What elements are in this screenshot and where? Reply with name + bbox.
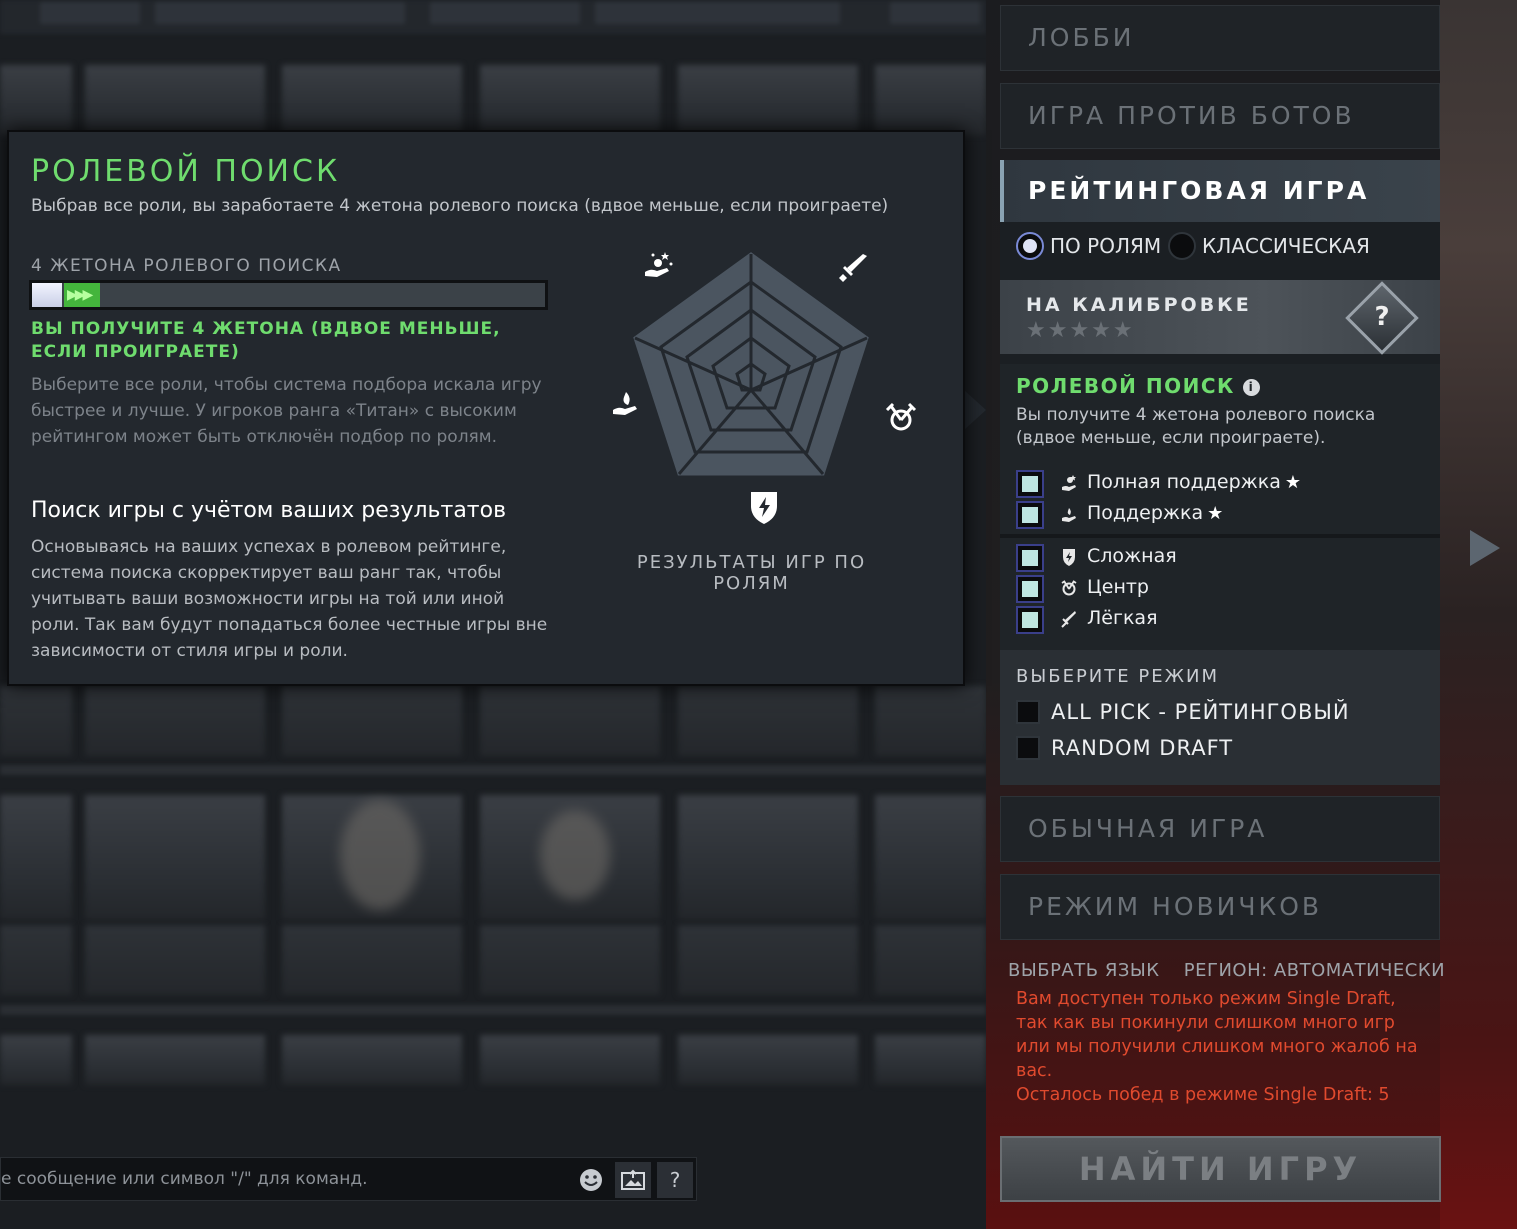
calibration-title: НА КАЛИБРОВКЕ xyxy=(1026,294,1252,316)
wins-left-text: Осталось побед в режиме Single Draft: 5 xyxy=(1016,1085,1390,1105)
ranked-title: РЕЙТИНГОВАЯ ИГРА xyxy=(1028,176,1370,205)
normal-game-button[interactable]: ОБЫЧНАЯ ИГРА xyxy=(1000,796,1440,862)
tooltip-pointer xyxy=(964,390,986,430)
footer-links: ВЫБРАТЬ ЯЗЫК РЕГИОН: АВТОМАТИЧЕСКИ xyxy=(1008,960,1463,981)
store-filter-bar xyxy=(0,0,986,34)
game-mode-select: ВЫБЕРИТЕ РЕЖИМ ALL PICK - РЕЙТИНГОВЫЙ RA… xyxy=(1000,650,1440,785)
ranked-header[interactable]: РЕЙТИНГОВАЯ ИГРА xyxy=(1000,160,1440,222)
tooltip-title: РОЛЕВОЙ ПОИСК xyxy=(31,154,341,189)
smiley-icon xyxy=(580,1169,602,1191)
role-row-carry[interactable]: Лёгкая xyxy=(1016,606,1416,634)
role-search-title: РОЛЕВОЙ ПОИСК i xyxy=(1016,374,1260,398)
token-green-message: ВЫ ПОЛУЧИТЕ 4 ЖЕТОНА (ВДВОЕ МЕНЬШЕ, ЕСЛИ… xyxy=(31,319,501,362)
language-link[interactable]: ВЫБРАТЬ ЯЗЫК xyxy=(1008,960,1160,981)
radar-pentagon xyxy=(633,252,869,476)
role-row-support[interactable]: Поддержка ★ xyxy=(1016,501,1416,529)
offlane-icon xyxy=(1063,549,1075,566)
radio-roles-label[interactable]: ПО РОЛЯМ xyxy=(1050,234,1161,258)
rank-badge-question: ? xyxy=(1374,302,1390,332)
calibration-stars: ★★★★★ xyxy=(1026,318,1135,343)
radar-support-icon xyxy=(613,392,637,415)
radio-roles[interactable] xyxy=(1016,232,1044,260)
role-star-icon: ★ xyxy=(1207,503,1224,524)
support-icon xyxy=(1062,508,1076,522)
radio-classic-label[interactable]: КЛАССИЧЕСКАЯ xyxy=(1202,234,1370,258)
emoji-button[interactable] xyxy=(573,1162,609,1198)
chat-input[interactable]: е сообщение или символ "/" для команд. xyxy=(1,1169,367,1189)
full-support-icon xyxy=(1062,475,1076,491)
role-name-full-support: Полная поддержка xyxy=(1087,471,1281,493)
role-row-offlane[interactable]: Сложная xyxy=(1016,544,1416,572)
radar-full-support-icon xyxy=(645,252,673,277)
collapse-arrow-icon[interactable] xyxy=(1470,530,1500,566)
radio-classic[interactable] xyxy=(1168,232,1196,260)
mid-checkbox[interactable] xyxy=(1016,575,1044,603)
all-pick-checkbox[interactable] xyxy=(1016,700,1040,724)
hero-art-strip xyxy=(1440,0,1517,1229)
single-draft-warning: Вам доступен только режим Single Draft, … xyxy=(1016,987,1426,1107)
share-image-button[interactable] xyxy=(615,1162,651,1198)
role-radar-chart xyxy=(613,252,917,524)
lobby-button[interactable]: ЛОББИ xyxy=(1000,5,1440,71)
offlane-checkbox[interactable] xyxy=(1016,544,1044,572)
role-row-full-support[interactable]: Полная поддержка ★ xyxy=(1016,470,1416,498)
support-checkbox[interactable] xyxy=(1016,501,1044,529)
random-draft-checkbox[interactable] xyxy=(1016,736,1040,760)
role-divider xyxy=(1000,534,1440,538)
tooltip-subtitle: Выбрав все роли, вы заработаете 4 жетона… xyxy=(31,196,889,216)
warning-text: Вам доступен только режим Single Draft, … xyxy=(1016,989,1418,1081)
role-star-icon: ★ xyxy=(1284,472,1302,493)
role-row-mid[interactable]: Центр xyxy=(1016,575,1416,603)
chat-input-bar[interactable]: е сообщение или символ "/" для команд. ? xyxy=(0,1157,697,1201)
newbie-mode-button[interactable]: РЕЖИМ НОВИЧКОВ xyxy=(1000,874,1440,940)
full-support-checkbox[interactable] xyxy=(1016,470,1044,498)
role-search-panel: РОЛЕВОЙ ПОИСК i Вы получите 4 жетона роле… xyxy=(1000,364,1440,650)
carry-checkbox[interactable] xyxy=(1016,606,1044,634)
region-link[interactable]: РЕГИОН: АВТОМАТИЧЕСКИ xyxy=(1184,960,1445,981)
all-pick-label[interactable]: ALL PICK - РЕЙТИНГОВЫЙ xyxy=(1051,700,1350,724)
find-game-button[interactable]: НАЙТИ ИГРУ xyxy=(1000,1136,1441,1202)
mode-select-title: ВЫБЕРИТЕ РЕЖИМ xyxy=(1016,666,1219,687)
token-progress-earned xyxy=(32,283,62,307)
role-name-mid: Центр xyxy=(1087,576,1149,598)
token-gray-message: Выберите все роли, чтобы система подбора… xyxy=(31,375,542,447)
tooltip-description: Основываясь на ваших успехах в ролевом р… xyxy=(31,537,548,661)
info-icon[interactable]: i xyxy=(1242,379,1260,396)
token-progress-bar: ▶▶▶ xyxy=(29,280,548,310)
image-share-icon xyxy=(621,1169,645,1190)
role-name-support: Поддержка xyxy=(1087,502,1204,524)
random-draft-label[interactable]: RANDOM DRAFT xyxy=(1051,736,1233,760)
help-button[interactable]: ? xyxy=(657,1162,693,1198)
ranked-section: РЕЙТИНГОВАЯ ИГРА ПО РОЛЯМ КЛАССИЧЕСКАЯ Н… xyxy=(1000,160,1440,785)
role-name-carry: Лёгкая xyxy=(1087,607,1158,629)
calibration-panel: НА КАЛИБРОВКЕ ★★★★★ ? xyxy=(1000,280,1440,355)
role-name-offlane: Сложная xyxy=(1087,545,1177,567)
bots-button[interactable]: ИГРА ПРОТИВ БОТОВ xyxy=(1000,83,1440,149)
radar-label: РЕЗУЛЬТАТЫ ИГР ПО РОЛЯМ xyxy=(636,552,867,594)
radar-mid-icon xyxy=(885,402,917,431)
tooltip-heading: Поиск игры с учётом ваших результатов xyxy=(31,498,507,523)
role-search-tooltip: РОЛЕВОЙ ПОИСК Выбрав все роли, вы зарабо… xyxy=(7,130,965,686)
role-search-desc: Вы получите 4 жетона ролевого поиска (вд… xyxy=(1016,405,1376,448)
token-label: 4 ЖЕТОНА РОЛЕВОГО ПОИСКА xyxy=(31,256,342,276)
radar-carry-icon xyxy=(839,254,867,282)
radar-offlane-icon xyxy=(751,492,777,524)
mid-icon xyxy=(1061,580,1077,596)
token-progress-pending: ▶▶▶ xyxy=(64,283,100,307)
carry-icon xyxy=(1061,611,1076,628)
